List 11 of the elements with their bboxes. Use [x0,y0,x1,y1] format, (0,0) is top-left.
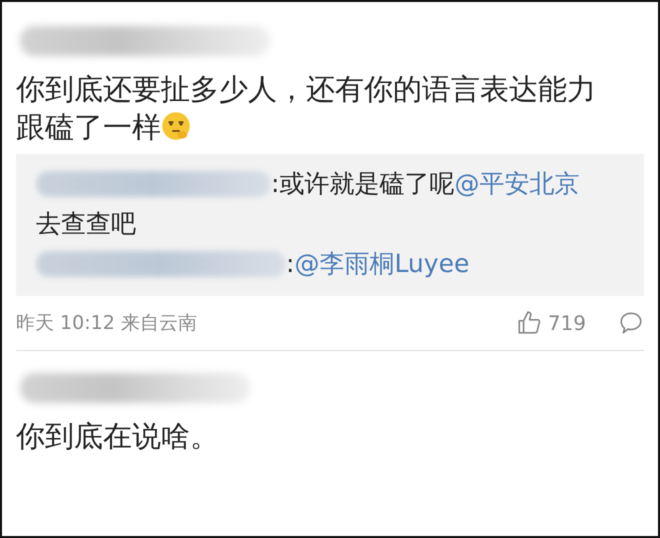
mention-link[interactable]: @李雨桐Luyee [294,249,470,278]
comment-time: 昨天 10:12 来自云南 [16,311,197,336]
mention-link[interactable]: @平安北京 [454,169,580,198]
like-count: 719 [548,311,586,335]
comment-icon [618,310,644,336]
reply-text: 去查查吧 [36,208,137,240]
thumbs-up-icon [516,310,542,336]
reply-text: :@李雨桐Luyee [286,248,470,280]
comment-text: 你到底还要扯多少人，还有你的语言表达能力跟磕了一样 [16,71,597,146]
reply-text: :或许就是磕了呢@平安北京 [271,168,580,200]
comment-text: 你到底在说啥。 [16,418,220,455]
